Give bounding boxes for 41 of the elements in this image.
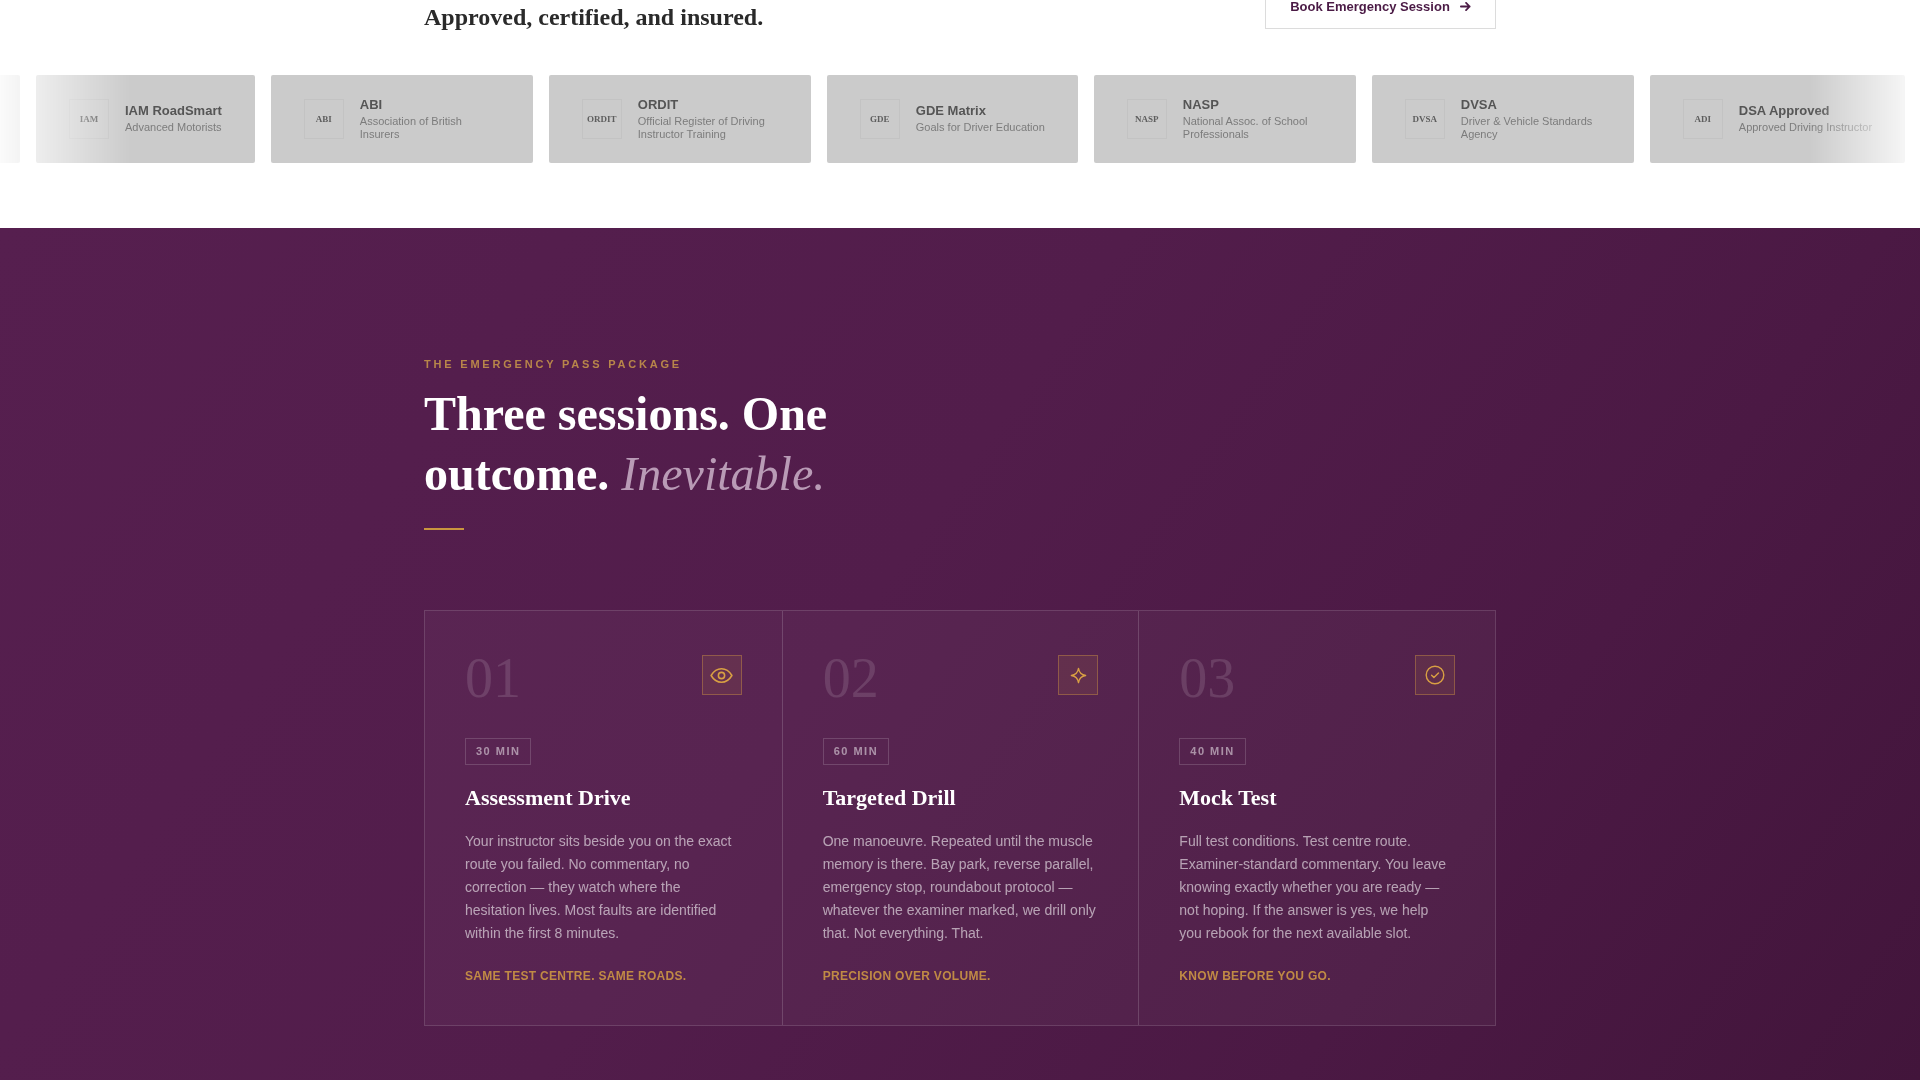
partner-caption: National Assoc. of School Professionals [1182,114,1309,142]
partner-caption: Official Register of Driving Instructor Training [637,114,766,142]
logo-mark: ABI [303,99,344,139]
logo-mark: ORDIT [581,99,622,139]
partner-caption: Association of British Insurers [359,114,463,142]
partner-name: DSA Approved [1738,103,1831,120]
section-heading: Approved, certified, and insured. [424,3,764,32]
step-description: Full test conditions. Test centre route. Examiner-standard commentary. You leave knowing exactly whether you are ready — not hoping. If the answer is yes, we help you rebook for the next available slot. [1179,832,1447,943]
step-title: Assessment Drive [465,784,632,812]
partner-name: ORDIT [637,96,680,113]
duration-label: 30 MIN [465,738,532,765]
step-title: Targeted Drill [822,784,957,812]
partner-name: DVSA [1460,96,1498,113]
book-session-button[interactable]: Book Emergency Session [1265,0,1496,29]
partner-caption: Approved Driving Instructor [1738,121,1873,135]
accent-rule [424,528,464,530]
sparkle-icon [1058,655,1099,695]
logo-mark: IAM [69,99,109,139]
logo-mark: GDE [859,99,900,139]
logo-mark: NASP [1126,99,1167,139]
arrow-right-icon [1459,1,1471,11]
partner-name: ABI [359,96,384,113]
step-description: Your instructor sits beside you on the exact route you failed. No commentary, no correction — they watch where the hesitation lives. Most faults are identified within the first 8 minutes. [465,832,733,943]
section-heading: Three sessions. One outcome. Inevitable. [424,386,829,502]
partner-caption: Advanced Motorists [125,121,222,135]
step-tagline: PRECISION OVER VOLUME. [822,968,992,984]
partner-caption: Goals for Driver Education [915,121,1045,135]
partner-caption: Driver & Vehicle Standards Agency [1460,114,1594,142]
step-title: Mock Test [1179,784,1278,812]
section-eyebrow: THE EMERGENCY PASS PACKAGE [424,357,683,372]
logo-mark: DVSA [1404,99,1445,139]
duration-label: 40 MIN [1179,738,1246,765]
partner-name: NASP [1182,96,1220,113]
step-description: One manoeuvre. Repeated until the muscle memory is there. Bay park, reverse parallel, emergency stop, roundabout protocol — whatever the examiner marked, we drill only that. Not everything. That. [822,832,1097,943]
partner-name: IAM RoadSmart [125,103,222,120]
logo-mark: ADI [1682,99,1723,139]
step-tagline: KNOW BEFORE YOU GO. [1179,968,1332,984]
step-tagline: SAME TEST CENTRE. SAME ROADS. [465,968,688,984]
eye-icon [701,655,742,695]
partner-name: GDE Matrix [915,103,987,120]
duration-label: 60 MIN [822,738,890,765]
